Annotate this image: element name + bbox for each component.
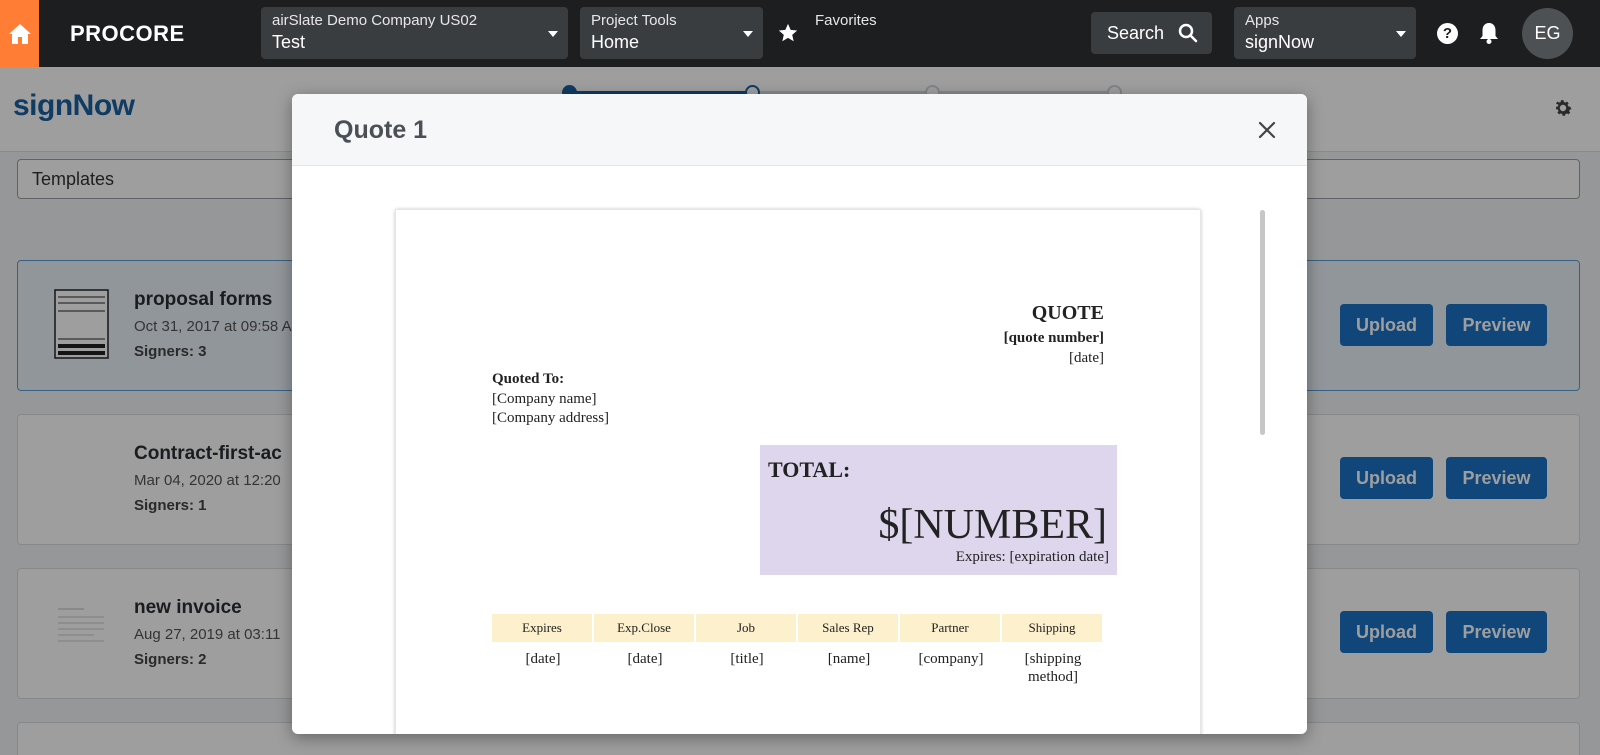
document-page: QUOTE [quote number] [date] Quoted To: [… xyxy=(396,210,1200,734)
total-box: TOTAL: $[NUMBER] Expires: [expiration da… xyxy=(760,445,1117,575)
document-scrollbar[interactable] xyxy=(1260,210,1265,435)
table-cell: [title] xyxy=(730,651,764,667)
table-header-cell: Expires xyxy=(492,614,594,642)
modal-header: Quote 1 xyxy=(292,94,1307,166)
table-cell: [date] xyxy=(525,651,561,667)
project-tools-selector[interactable]: Project Tools Home xyxy=(580,7,763,59)
company-address: [Company address] xyxy=(492,410,610,426)
quote-heading: QUOTE xyxy=(1031,302,1104,324)
quote-date: [date] xyxy=(1069,350,1104,366)
quoted-to-label: Quoted To: xyxy=(492,371,565,387)
total-value: $[NUMBER] xyxy=(878,502,1107,548)
table-cell: [shipping method] xyxy=(1024,651,1082,685)
company-name: [Company name] xyxy=(492,391,597,407)
home-icon xyxy=(8,23,31,44)
star-icon[interactable] xyxy=(777,22,799,44)
company-selector[interactable]: airSlate Demo Company US02 Test xyxy=(261,7,568,59)
expiration-text: Expires: [expiration date] xyxy=(955,549,1109,565)
procore-logo[interactable]: PROCORE xyxy=(70,21,185,47)
user-avatar[interactable]: EG xyxy=(1522,8,1573,59)
company-selector-value: Test xyxy=(272,32,306,52)
help-icon[interactable]: ? xyxy=(1437,23,1458,44)
project-tools-value: Home xyxy=(591,32,640,52)
table-header-cell: Sales Rep xyxy=(798,614,900,642)
chevron-down-icon xyxy=(1396,31,1406,37)
search-button[interactable]: Search xyxy=(1091,12,1212,54)
search-icon xyxy=(1178,23,1198,43)
bell-icon[interactable] xyxy=(1478,21,1500,45)
table-header-cell: Shipping xyxy=(1002,614,1104,642)
project-tools-label: Project Tools xyxy=(591,12,677,29)
apps-selector[interactable]: Apps signNow xyxy=(1234,7,1416,59)
table-cell: [date] xyxy=(627,651,663,667)
company-selector-label: airSlate Demo Company US02 xyxy=(272,12,478,29)
chevron-down-icon xyxy=(743,31,753,37)
quote-number: [quote number] xyxy=(1003,330,1104,346)
search-button-label: Search xyxy=(1107,22,1165,43)
table-cell: [name] xyxy=(827,651,871,667)
table-row: [date] [date] [title] [name] [company] [… xyxy=(492,642,1104,686)
home-button[interactable] xyxy=(0,0,39,67)
table-header-cell: Job xyxy=(696,614,798,642)
modal-title: Quote 1 xyxy=(334,116,428,144)
table-header-row: Expires Exp.Close Job Sales Rep Partner … xyxy=(492,614,1104,642)
preview-modal: Quote 1 QUOTE [quote number] [date] Quot… xyxy=(292,94,1307,734)
favorites-label[interactable]: Favorites xyxy=(815,12,877,29)
close-icon[interactable] xyxy=(1257,120,1277,140)
table-header-cell: Exp.Close xyxy=(594,614,696,642)
table-header-cell: Partner xyxy=(900,614,1002,642)
apps-selector-value: signNow xyxy=(1245,32,1315,52)
quote-details-table: Expires Exp.Close Job Sales Rep Partner … xyxy=(492,614,1104,686)
apps-selector-label: Apps xyxy=(1245,12,1280,29)
chevron-down-icon xyxy=(548,31,558,37)
top-navigation-bar: PROCORE airSlate Demo Company US02 Test … xyxy=(0,0,1600,67)
table-cell: [company] xyxy=(918,651,984,667)
total-label: TOTAL: xyxy=(768,457,851,482)
